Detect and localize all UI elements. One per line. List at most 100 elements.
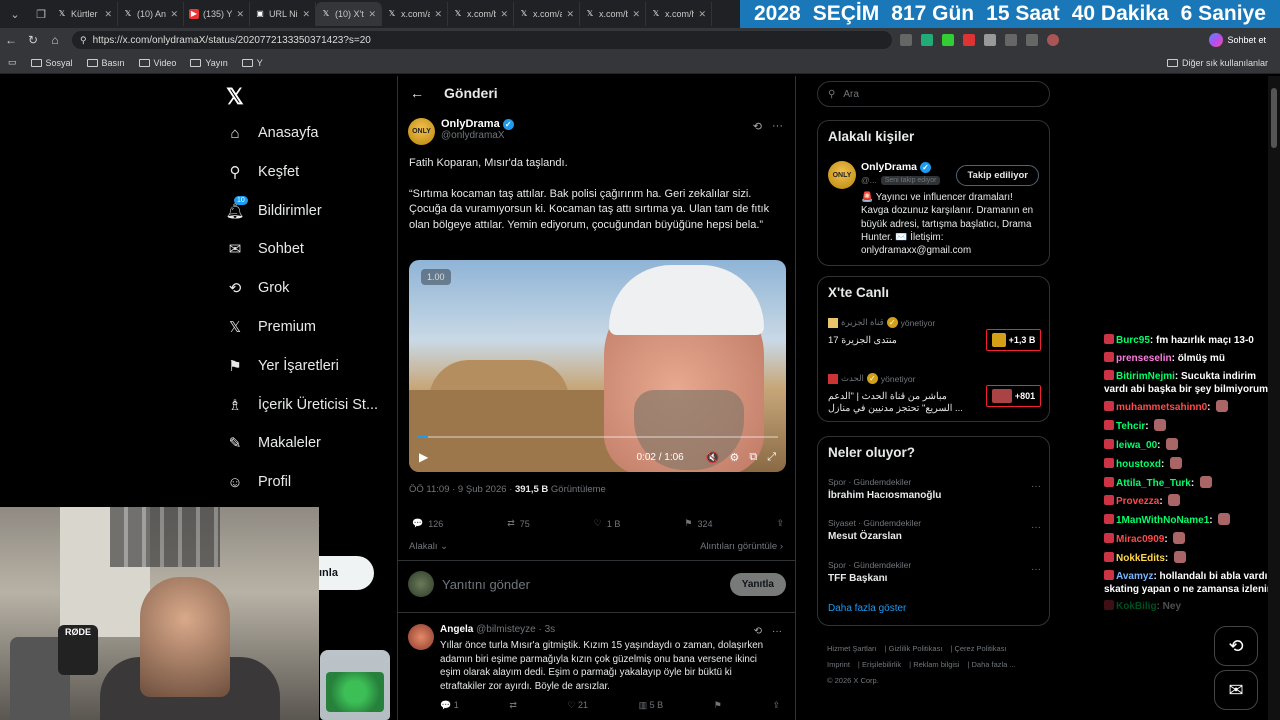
bookmark-folder[interactable]: Yayın <box>190 58 228 68</box>
fullscreen-icon[interactable]: ⤢ <box>767 451 776 464</box>
tab-menu-icon[interactable]: ⌄ <box>4 3 26 25</box>
browser-tab[interactable]: 𝕏x.com/h ✕ <box>646 2 712 26</box>
reply-reply-action[interactable]: 💬 1 <box>440 700 459 711</box>
reply-views[interactable]: ▥ 5 B <box>639 700 664 711</box>
chat-username[interactable]: Attila_The_Turk <box>1116 478 1191 489</box>
close-icon[interactable]: ✕ <box>170 9 178 20</box>
chat-username[interactable]: Provezza <box>1116 496 1159 507</box>
close-icon[interactable]: ✕ <box>500 9 508 20</box>
close-icon[interactable]: ✕ <box>434 9 442 20</box>
extension-icon[interactable] <box>921 34 933 46</box>
more-options-icon[interactable]: ··· <box>1031 564 1041 575</box>
chat-username[interactable]: Mirac0909 <box>1116 534 1164 545</box>
grok-icon[interactable]: ⟲ <box>753 120 762 133</box>
extension-icon[interactable] <box>1026 34 1038 46</box>
video-progress-bar[interactable] <box>417 436 778 438</box>
author-name[interactable]: OnlyDrama <box>441 118 500 130</box>
author-handle[interactable]: @onlydramaX <box>441 130 514 141</box>
post-timestamp[interactable]: ÖÖ 11:09 · 9 Şub 2026 · <box>409 484 515 495</box>
play-icon[interactable]: ▶ <box>419 450 428 464</box>
browser-tab[interactable]: ▶ (135) Yo ✕ <box>184 2 250 26</box>
post-author[interactable]: ONLY OnlyDrama ✓ @onlydramaX <box>408 118 514 145</box>
share-action[interactable]: ⇪ <box>776 518 784 529</box>
extension-icon[interactable] <box>963 34 975 46</box>
reply-button[interactable]: Yanıtla <box>729 572 786 596</box>
close-icon[interactable]: ✕ <box>104 9 112 20</box>
close-icon[interactable]: ✕ <box>368 9 376 20</box>
live-listener-count[interactable]: +1,3 B <box>986 329 1041 351</box>
nav-item-bell[interactable]: 🔔︎ 10 Bildirimler <box>225 195 322 220</box>
repost-action[interactable]: ⇄ 75 <box>507 518 530 529</box>
reply-action[interactable]: 💬 126 <box>412 518 443 529</box>
reply-bookmark-icon[interactable]: ⚑ <box>714 700 722 711</box>
mute-icon[interactable]: 🔇 <box>706 451 720 464</box>
nav-item-grok[interactable]: ⟲ Grok <box>226 279 290 297</box>
live-listener-count[interactable]: +801 <box>986 385 1041 407</box>
extension-icon[interactable] <box>1005 34 1017 46</box>
my-avatar[interactable] <box>408 571 434 597</box>
back-arrow-icon[interactable]: ← <box>0 33 22 47</box>
grok-icon[interactable]: ⟲ <box>754 626 762 637</box>
close-icon[interactable]: ✕ <box>698 9 706 20</box>
footer-link[interactable]: Erişilebilirlik <box>862 660 901 669</box>
footer-link[interactable]: Reklam bilgisi <box>913 660 959 669</box>
more-options-icon[interactable]: ··· <box>1031 522 1041 533</box>
reply-avatar[interactable] <box>408 624 434 650</box>
workspaces-icon[interactable]: ❐ <box>30 3 52 25</box>
reply-input[interactable]: Yanıtını gönder <box>442 577 730 592</box>
bookmark-folder[interactable]: Video <box>138 58 176 68</box>
close-icon[interactable]: ✕ <box>302 9 310 20</box>
search-input[interactable]: ⚲ Ara <box>817 81 1050 107</box>
footer-link[interactable]: Hizmet Şartları <box>827 644 877 653</box>
nav-item-creator[interactable]: ♗ İçerik Üreticisi St... <box>226 396 378 414</box>
close-icon[interactable]: ✕ <box>632 9 640 20</box>
more-options-icon[interactable]: ··· <box>772 120 783 133</box>
view-quotes-link[interactable]: Alıntıları görüntüle › <box>700 541 783 552</box>
more-options-icon[interactable]: ··· <box>1031 481 1041 492</box>
browser-tab[interactable]: 𝕏 (10) Ana✕ <box>118 2 184 26</box>
nav-item-bookmark[interactable]: ⚑ Yer İşaretleri <box>226 357 339 375</box>
page-scrollbar[interactable] <box>1268 76 1280 720</box>
chat-username[interactable]: muhammetsahinn0 <box>1116 402 1207 413</box>
reload-icon[interactable]: ↻ <box>22 33 44 47</box>
extension-icon[interactable] <box>942 34 954 46</box>
live-item[interactable]: الحدث ✓ yönetiyor مباشر من قناة الحدث | "ا… <box>828 373 1041 415</box>
browser-tab[interactable]: 𝕏x.com/b ✕ <box>580 2 646 26</box>
chat-username[interactable]: Burc95 <box>1116 335 1150 346</box>
author-avatar[interactable]: ONLY <box>408 118 435 145</box>
chat-username[interactable]: NokkEdits <box>1116 553 1165 564</box>
nav-item-search[interactable]: ⚲ Keşfet <box>226 163 300 181</box>
following-button[interactable]: Takip ediliyor <box>956 165 1039 186</box>
back-arrow-icon[interactable]: ← <box>410 85 424 101</box>
bookmark-folder[interactable]: Y <box>241 58 263 68</box>
chat-username[interactable]: 1ManWithNoName1 <box>1116 515 1209 526</box>
bookmark-folder[interactable]: Basın <box>86 58 125 68</box>
footer-link[interactable]: Daha fazla ... <box>972 660 1016 669</box>
chat-username[interactable]: KokBilig <box>1116 601 1157 612</box>
extension-icon[interactable] <box>984 34 996 46</box>
chat-username[interactable]: leiwa_00 <box>1116 440 1157 451</box>
extension-icon[interactable] <box>900 34 912 46</box>
profile-avatar-icon[interactable] <box>1047 34 1059 46</box>
footer-link[interactable]: Imprint <box>827 660 850 669</box>
messages-float-button[interactable]: ✉ <box>1214 670 1258 710</box>
browser-tab[interactable]: 𝕏x.com/b ✕ <box>448 2 514 26</box>
url-input[interactable]: ⚲ https://x.com/onlydramaX/status/202077… <box>72 31 892 49</box>
show-more-link[interactable]: Daha fazla göster <box>828 603 906 614</box>
bookmarks-toggle-icon[interactable]: ▭ <box>8 57 17 68</box>
x-logo-icon[interactable]: 𝕏 <box>226 84 244 110</box>
related-avatar[interactable]: ONLY <box>828 161 856 189</box>
settings-icon[interactable]: ⚙ <box>729 451 739 464</box>
nav-item-profile[interactable]: ☺ Profil <box>226 473 291 491</box>
related-user[interactable]: OnlyDrama ✓ @... Seni takip ediyor <box>861 161 941 185</box>
nav-item-home[interactable]: ⌂ Anasayfa <box>226 124 318 142</box>
nav-item-mail[interactable]: ✉ Sohbet <box>226 240 304 258</box>
browser-tab[interactable]: 𝕏x.com/a ✕ <box>514 2 580 26</box>
pip-icon[interactable]: ⧉ <box>749 451 757 464</box>
other-bookmarks[interactable]: Diğer sık kullanılanlar <box>1166 58 1268 68</box>
reply-repost-icon[interactable]: ⇄ <box>509 700 517 711</box>
footer-link[interactable]: Gizlilik Politikası <box>889 644 943 653</box>
nav-item-x[interactable]: 𝕏 Premium <box>226 318 316 336</box>
reply-author-name[interactable]: Angela <box>440 624 473 635</box>
reply-share-icon[interactable]: ⇪ <box>772 700 780 711</box>
